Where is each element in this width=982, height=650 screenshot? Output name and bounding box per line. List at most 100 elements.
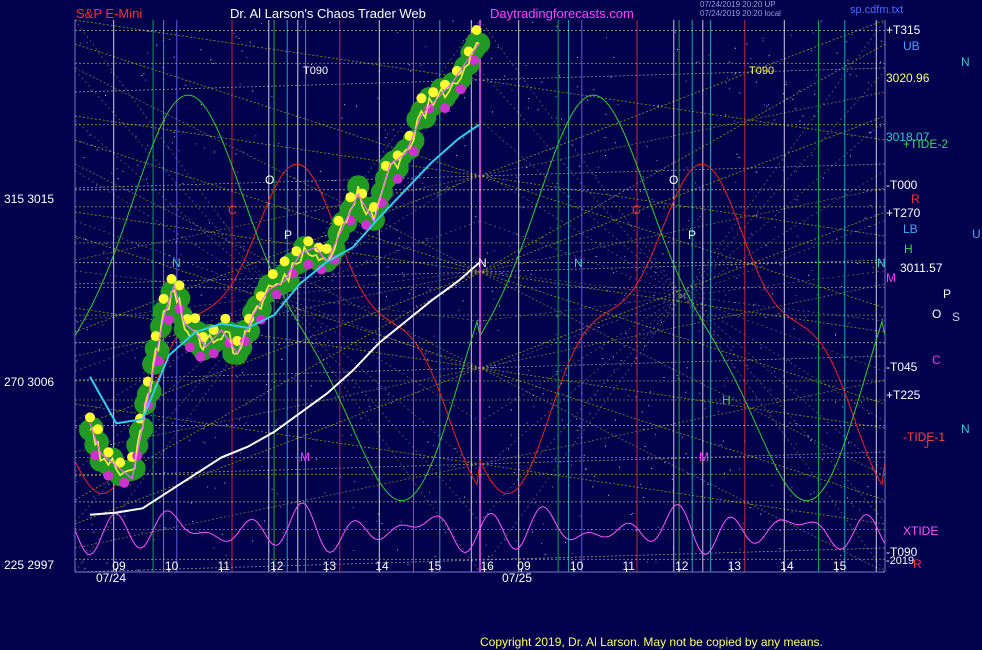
star-dot: [393, 129, 395, 131]
star-dot: [629, 278, 630, 280]
star-dot: [849, 74, 851, 76]
star-dot: [276, 493, 278, 495]
star-dot: [248, 268, 250, 270]
star-dot: [226, 424, 227, 426]
left-axis-label-bottom: 225 2997: [4, 558, 55, 572]
star-dot: [736, 277, 737, 279]
price-high-dot: [428, 87, 439, 98]
star-dot: [400, 521, 402, 523]
star-dot: [210, 59, 212, 61]
star-dot: [174, 136, 175, 137]
star-dot: [385, 137, 387, 139]
star-dot: [168, 39, 170, 40]
star-dot: [728, 61, 730, 63]
star-dot: [515, 540, 517, 542]
right-label-xtide: XTIDE: [903, 524, 939, 538]
star-dot: [766, 105, 768, 107]
star-dot: [511, 89, 513, 91]
star-dot: [642, 176, 644, 178]
star-dot: [281, 358, 283, 360]
star-dot: [749, 507, 751, 508]
star-dot: [792, 98, 794, 100]
margin-letter-n-1: N: [961, 55, 970, 69]
star-dot: [396, 31, 398, 33]
star-dot: [198, 530, 200, 532]
star-dot: [427, 441, 429, 443]
star-dot: [872, 267, 874, 269]
star-dot: [816, 294, 818, 296]
star-dot: [762, 40, 764, 42]
star-dot: [164, 472, 166, 473]
star-dot: [225, 554, 227, 556]
star-dot: [791, 486, 793, 488]
chart-letter-c-2: C: [632, 203, 641, 217]
site-link[interactable]: Daytradingforecasts.com: [490, 6, 634, 21]
star-dot: [167, 360, 169, 362]
hour-tick-label: 16: [481, 559, 495, 573]
star-dot: [726, 77, 728, 79]
star-dot: [628, 395, 630, 397]
star-dot: [823, 449, 825, 451]
star-dot: [214, 436, 216, 438]
star-dot: [178, 202, 180, 204]
right-label-h: H: [904, 242, 913, 256]
star-dot: [879, 125, 881, 127]
star-dot: [534, 502, 536, 504]
star-dot: [86, 329, 88, 331]
star-dot: [639, 190, 641, 192]
timestamp-line-2: 07/24/2019 20:20 local: [700, 9, 781, 18]
star-dot: [172, 422, 174, 424]
star-dot: [855, 75, 857, 77]
star-dot: [605, 113, 607, 115]
chart-letter-t090-left: T090: [303, 65, 329, 77]
star-dot: [263, 520, 265, 522]
star-dot: [646, 146, 648, 148]
star-dot: [655, 272, 657, 274]
star-dot: [207, 486, 208, 488]
star-dot: [409, 293, 411, 295]
star-dot: [668, 241, 670, 243]
star-dot: [182, 182, 184, 184]
price-high-dot: [85, 412, 95, 423]
star-dot: [556, 315, 558, 317]
hour-tick-label: 11: [623, 559, 636, 573]
price-high-dot: [267, 269, 278, 280]
star-dot: [833, 385, 835, 387]
star-dot: [826, 432, 828, 434]
star-dot: [335, 396, 337, 398]
chart-letter-t090-right: T090: [749, 65, 775, 77]
hour-tick-label: 11: [218, 559, 231, 573]
star-dot: [851, 503, 853, 504]
star-dot: [561, 118, 562, 120]
star-dot: [356, 239, 358, 241]
star-dot: [374, 339, 375, 341]
star-dot: [83, 157, 85, 159]
star-dot: [576, 86, 578, 88]
star-dot: [785, 81, 787, 83]
star-dot: [585, 333, 587, 335]
star-dot: [224, 296, 226, 298]
star-dot: [799, 120, 801, 122]
star-dot: [698, 330, 700, 332]
star-dot: [790, 495, 792, 497]
star-dot: [270, 237, 272, 239]
star-dot: [639, 252, 641, 254]
price-low-dot: [163, 314, 174, 325]
star-dot: [842, 406, 844, 408]
star-dot: [356, 105, 357, 107]
star-dot: [871, 467, 873, 469]
star-dot: [628, 224, 630, 226]
star-dot: [811, 270, 813, 272]
star-dot: [822, 177, 824, 179]
chart-letter-h: H: [722, 393, 731, 407]
star-dot: [804, 316, 806, 318]
star-dot: [252, 90, 254, 92]
star-dot: [763, 104, 765, 106]
star-dot: [868, 412, 870, 414]
star-dot: [785, 550, 787, 552]
star-dot: [613, 369, 615, 371]
data-file-label: sp.cdfm.txt: [850, 4, 904, 16]
star-dot: [425, 46, 427, 48]
price-low-dot: [208, 348, 219, 359]
star-dot: [493, 298, 495, 300]
